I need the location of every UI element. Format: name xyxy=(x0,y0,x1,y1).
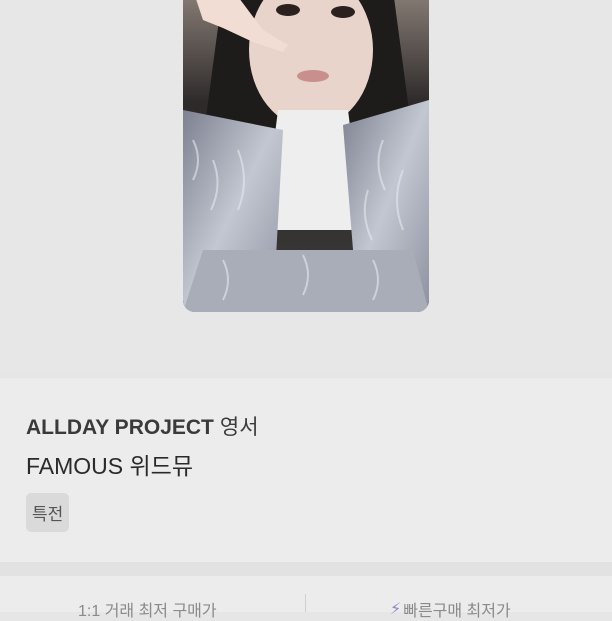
section-divider xyxy=(0,562,612,576)
album-title: FAMOUS 위드뮤 xyxy=(26,453,193,479)
artist-name: ALLDAY PROJECT xyxy=(26,416,214,439)
photocard-image[interactable] xyxy=(183,0,429,312)
quick-buy-lowest-price-label[interactable]: ⚡ 빠른구매 최저가 xyxy=(390,597,511,621)
product-image-area xyxy=(0,0,612,372)
member-name: 영서 xyxy=(219,416,259,439)
lightning-icon: ⚡ xyxy=(390,601,402,618)
photocard-illustration xyxy=(183,0,429,312)
quick-buy-label-text: 빠른구매 최저가 xyxy=(403,603,511,620)
price-bar-divider xyxy=(305,594,306,612)
artist-member-line: ALLDAY PROJECT 영서 xyxy=(26,411,259,441)
tag-badge: 특전 xyxy=(26,493,70,532)
one-to-one-lowest-price-label[interactable]: 1:1 거래 최저 구매가 xyxy=(78,597,217,621)
